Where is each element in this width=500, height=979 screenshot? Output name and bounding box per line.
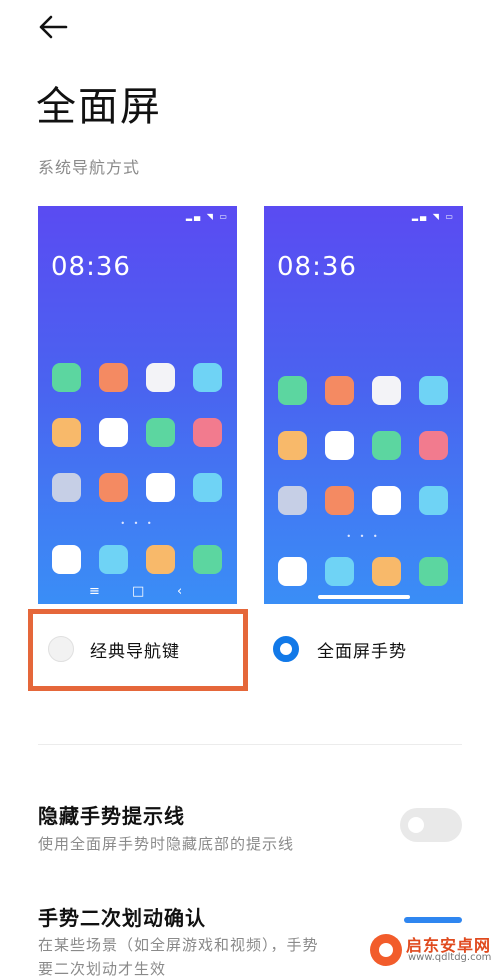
gesture-nav-label[interactable]: 全面屏手势 (317, 637, 407, 662)
app-icon (419, 376, 448, 405)
watermark-url: www.qdltdg.com (408, 952, 492, 963)
app-icon (278, 431, 307, 460)
back-key-icon: ‹ (177, 584, 183, 599)
app-icon (325, 486, 354, 515)
home-key-icon: □ (132, 584, 145, 599)
page-indicator: • • • (120, 519, 155, 528)
gesture-nav-preview[interactable]: ▂▄ ◥ ▭ 08:36 • • • (264, 206, 463, 604)
app-icon (325, 557, 354, 586)
classic-nav-preview[interactable]: ▂▄ ◥ ▭ 08:36 • • • ≡ □ ‹ (38, 206, 237, 604)
app-icon (146, 363, 175, 392)
divider (38, 744, 462, 745)
app-icon (52, 545, 81, 574)
app-icon (99, 418, 128, 447)
preview-clock: 08:36 (277, 252, 357, 282)
app-icon (419, 557, 448, 586)
app-icon (99, 545, 128, 574)
app-icon (193, 418, 222, 447)
status-bar-icon: ▂▄ ◥ ▭ (411, 212, 455, 221)
app-icon (193, 473, 222, 502)
hide-hint-toggle[interactable] (400, 808, 462, 842)
app-icon (146, 545, 175, 574)
section-label-nav-mode: 系统导航方式 (38, 158, 141, 177)
double-swipe-description-cont: 要二次划动才生效 (38, 960, 167, 978)
gesture-nav-radio[interactable] (273, 636, 299, 662)
app-icon (99, 473, 128, 502)
app-icon (372, 557, 401, 586)
classic-nav-radio[interactable] (48, 636, 74, 662)
app-icon (99, 363, 128, 392)
app-icon (52, 473, 81, 502)
app-icon (278, 557, 307, 586)
page-indicator: • • • (346, 532, 381, 541)
back-arrow-icon[interactable] (36, 12, 70, 42)
menu-key-icon: ≡ (89, 584, 100, 599)
app-icon (325, 376, 354, 405)
app-icon (52, 363, 81, 392)
gesture-hint-bar (318, 595, 410, 599)
app-icon (278, 376, 307, 405)
app-icon (419, 486, 448, 515)
double-swipe-description: 在某些场景（如全屏游戏和视频），手势 (38, 936, 319, 954)
app-icon (372, 376, 401, 405)
app-icon (193, 545, 222, 574)
preview-clock: 08:36 (51, 252, 131, 282)
app-icon (372, 431, 401, 460)
app-icon (419, 431, 448, 460)
page-title: 全面屏 (36, 84, 162, 130)
status-bar-icon: ▂▄ ◥ ▭ (185, 212, 229, 221)
hide-hint-title: 隐藏手势提示线 (38, 804, 185, 828)
classic-nav-label[interactable]: 经典导航键 (90, 637, 180, 662)
app-icon (146, 418, 175, 447)
app-icon (193, 363, 222, 392)
site-watermark: 启东安卓网 www.qdltdg.com (366, 930, 498, 968)
app-icon (52, 418, 81, 447)
app-icon (146, 473, 175, 502)
double-swipe-title: 手势二次划动确认 (38, 906, 206, 930)
hide-hint-description: 使用全面屏手势时隐藏底部的提示线 (38, 835, 295, 853)
double-swipe-toggle[interactable] (404, 917, 462, 923)
app-icon (325, 431, 354, 460)
toggle-knob (408, 817, 424, 833)
app-icon (278, 486, 307, 515)
app-icon (372, 486, 401, 515)
watermark-logo-icon (370, 934, 402, 966)
